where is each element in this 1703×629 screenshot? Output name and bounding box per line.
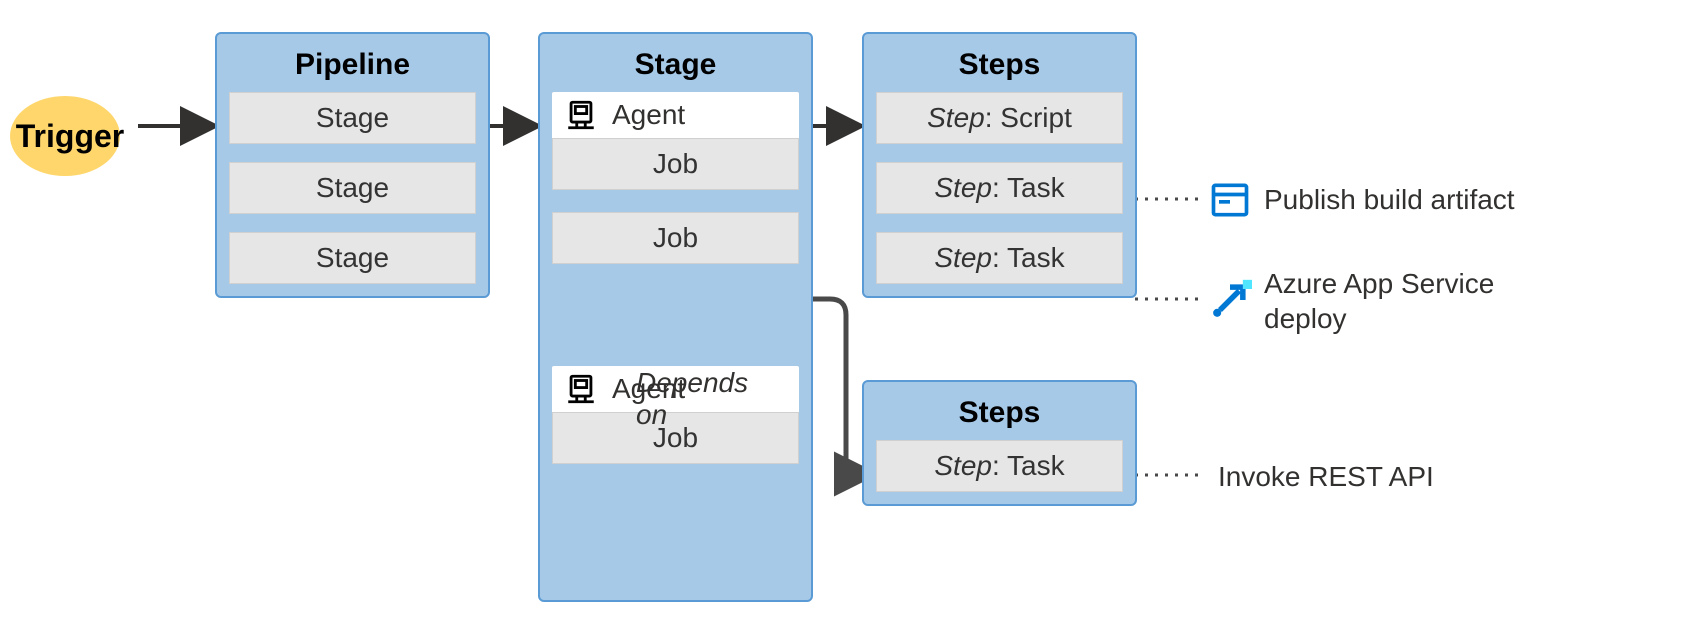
depends-on-label: Depends on [636, 367, 776, 431]
agent-label: Agent [612, 99, 685, 131]
step-prefix: Step [927, 102, 985, 134]
trigger-node: Trigger [10, 96, 130, 176]
step-suffix: : Task [992, 242, 1065, 274]
pipeline-stage-item: Stage [229, 232, 476, 284]
steps-title: Steps [876, 396, 1123, 430]
trigger-label: Trigger [16, 118, 124, 155]
annotation-invoke-rest: Invoke REST API [1218, 459, 1434, 494]
pipeline-stage-item: Stage [229, 92, 476, 144]
steps-title: Steps [876, 48, 1123, 82]
stage-title: Stage [552, 48, 799, 82]
agent-icon [564, 372, 598, 406]
step-prefix: Step [934, 172, 992, 204]
box-icon [1208, 178, 1252, 222]
steps-panel-1: Steps Step: Script Step: Task Step: Task [862, 32, 1137, 298]
diagram-canvas: Trigger Pipeline Stage Stage Stage Stage [0, 0, 1703, 629]
step-suffix: : Task [992, 450, 1065, 482]
step-item: Step: Task [876, 162, 1123, 214]
agent-row: Agent [552, 92, 799, 138]
step-item: Step: Task [876, 440, 1123, 492]
agent-icon [564, 98, 598, 132]
pipeline-stage-item: Stage [229, 162, 476, 214]
step-item: Step: Script [876, 92, 1123, 144]
stage-panel: Stage Agent Job Job Depends on [538, 32, 813, 602]
step-prefix: Step [934, 450, 992, 482]
agent-job-group-1: Agent Job [552, 92, 799, 190]
pipeline-panel: Pipeline Stage Stage Stage [215, 32, 490, 298]
job-item: Job [552, 138, 799, 190]
step-prefix: Step [934, 242, 992, 274]
deploy-arrow-icon [1208, 278, 1252, 322]
pipeline-title: Pipeline [229, 48, 476, 82]
annotation-publish-artifact: Publish build artifact [1264, 182, 1515, 217]
annotation-app-service-deploy: Azure App Service deploy [1264, 266, 1544, 336]
steps-panel-2: Steps Step: Task [862, 380, 1137, 506]
step-suffix: : Task [992, 172, 1065, 204]
step-suffix: : Script [985, 102, 1072, 134]
job-item: Job [552, 212, 799, 264]
step-item: Step: Task [876, 232, 1123, 284]
